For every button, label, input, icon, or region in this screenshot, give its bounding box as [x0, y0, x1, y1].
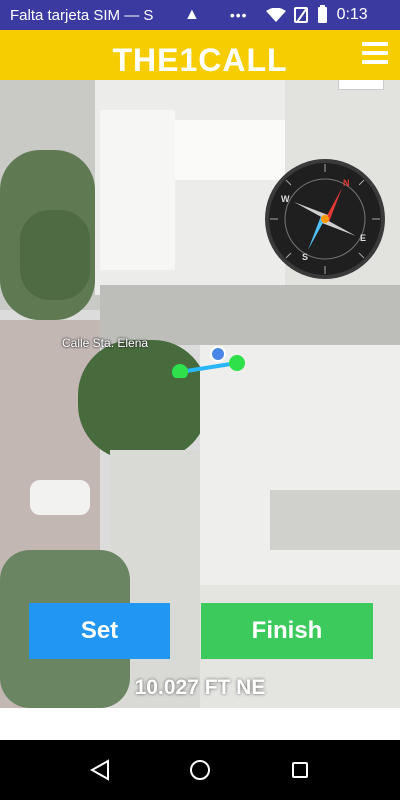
svg-text:W: W [281, 194, 290, 204]
battery-icon [317, 5, 327, 23]
carrier-text: Falta tarjeta SIM — S [10, 6, 154, 24]
app-title: THE1CALL [112, 41, 288, 78]
satellite-map[interactable]: Calle Sta. Elena N W E S Set Finish 10.0… [0, 80, 400, 708]
finish-button[interactable]: Finish [201, 603, 373, 659]
app-header: THE1CALL [0, 30, 400, 80]
clock: 0:13 [336, 6, 368, 23]
map-tile [338, 80, 384, 90]
map-tile [30, 480, 90, 515]
home-icon[interactable] [190, 760, 210, 780]
recent-apps-icon[interactable] [292, 762, 308, 778]
compass-icon[interactable]: N W E S [264, 158, 386, 280]
map-tile [20, 210, 90, 300]
current-location-dot [210, 346, 226, 362]
end-point-marker[interactable] [229, 355, 245, 371]
map-tile [100, 110, 175, 270]
no-sim-icon [293, 7, 308, 23]
warning-icon: ▲ [184, 6, 200, 23]
wifi-icon [265, 7, 286, 22]
navigation-bar [0, 740, 400, 800]
set-button[interactable]: Set [29, 603, 170, 659]
overflow-dots: ••• [229, 7, 248, 23]
status-bar: Falta tarjeta SIM — S ▲ ••• 0:13 [0, 0, 400, 30]
measure-line [172, 346, 245, 378]
back-icon[interactable] [90, 759, 110, 781]
svg-text:N: N [343, 178, 350, 188]
distance-readout: 10.027 FT NE [134, 676, 266, 699]
street-label: Calle Sta. Elena [62, 336, 149, 350]
start-point-marker[interactable] [172, 364, 188, 378]
hamburger-menu-icon[interactable] [362, 42, 388, 64]
map-tile [270, 490, 400, 550]
svg-text:S: S [302, 252, 308, 262]
svg-text:E: E [360, 233, 366, 243]
bottom-strip [0, 708, 400, 740]
